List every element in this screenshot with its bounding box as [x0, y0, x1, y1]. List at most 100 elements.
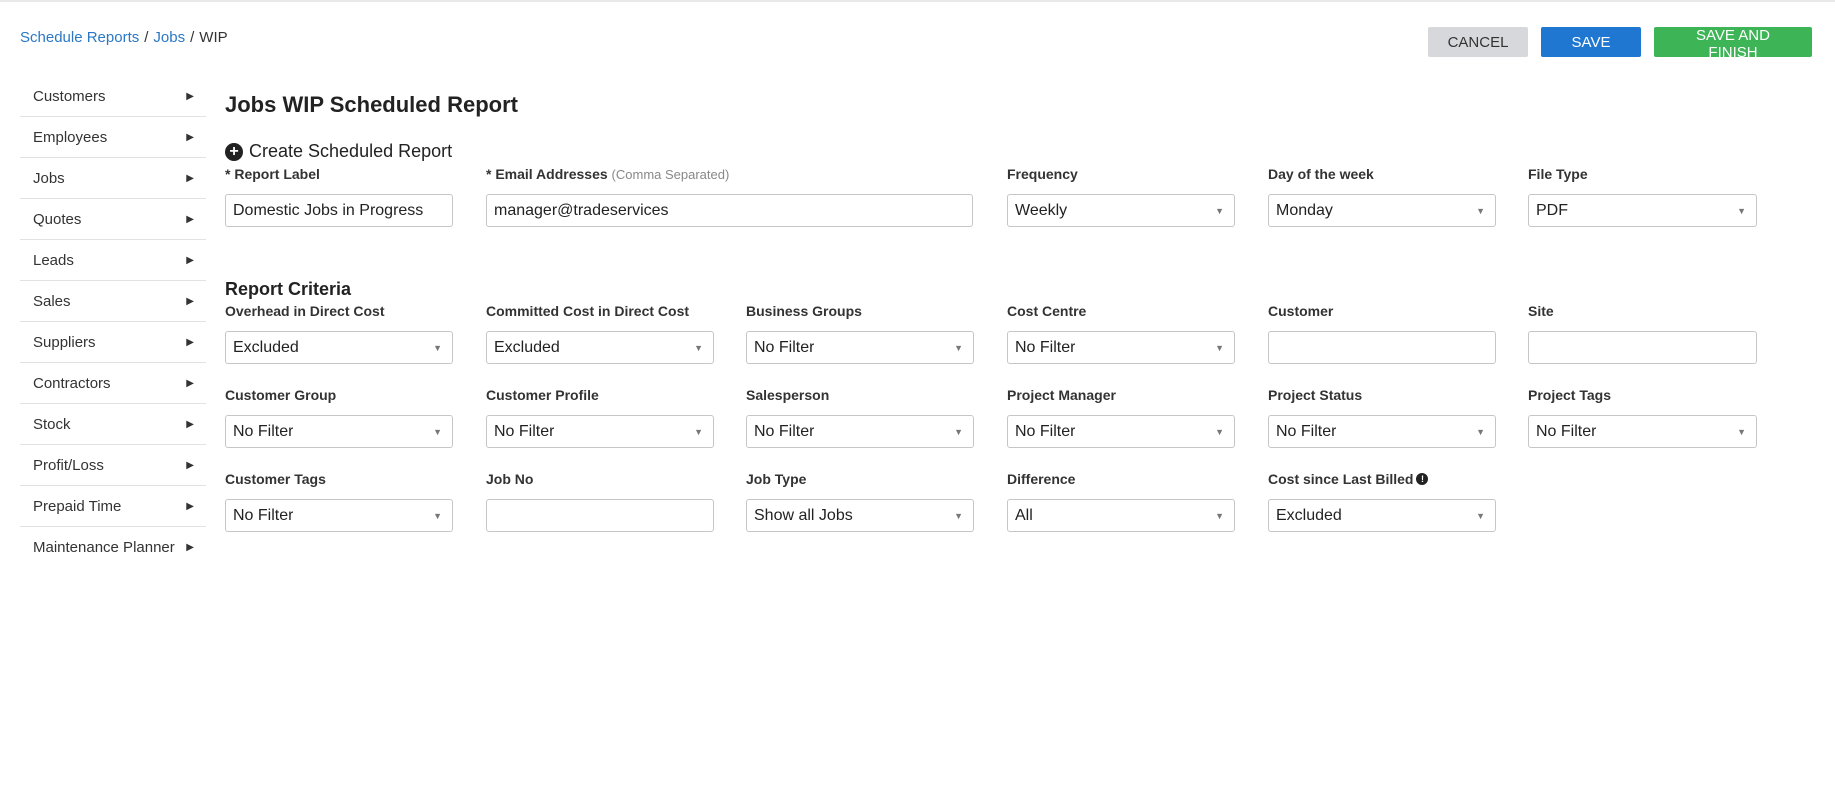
project-manager-select[interactable]: No Filter ▼ — [1007, 415, 1235, 448]
chevron-down-icon: ▼ — [1476, 510, 1485, 521]
business-groups-label: Business Groups — [746, 303, 862, 319]
sidebar-item-jobs[interactable]: Jobs ▶ — [20, 158, 206, 199]
save-button[interactable]: SAVE — [1541, 27, 1641, 57]
sidebar-item-profit-loss[interactable]: Profit/Loss ▶ — [20, 445, 206, 486]
job-type-select[interactable]: Show all Jobs ▼ — [746, 499, 974, 532]
cost-since-billed-value: Excluded — [1276, 506, 1342, 524]
sidebar-item-label: Customers — [33, 87, 106, 105]
site-input[interactable] — [1528, 331, 1757, 364]
business-groups-field: Business Groups No Filter ▼ — [746, 303, 974, 364]
cost-since-billed-select[interactable]: Excluded ▼ — [1268, 499, 1496, 532]
breadcrumb-current: WIP — [199, 29, 228, 46]
chevron-down-icon: ▼ — [1476, 426, 1485, 437]
sidebar-item-leads[interactable]: Leads ▶ — [20, 240, 206, 281]
cost-centre-select[interactable]: No Filter ▼ — [1007, 331, 1235, 364]
customer-tags-select[interactable]: No Filter ▼ — [225, 499, 453, 532]
breadcrumb-jobs[interactable]: Jobs — [153, 29, 185, 46]
report-label-value: Domestic Jobs in Progress — [233, 201, 424, 219]
overhead-label: Overhead in Direct Cost — [225, 303, 385, 319]
overhead-select[interactable]: Excluded ▼ — [225, 331, 453, 364]
report-criteria-heading: Report Criteria — [225, 279, 352, 299]
day-of-week-select[interactable]: Monday ▼ — [1268, 194, 1496, 227]
customer-profile-field: Customer Profile No Filter ▼ — [486, 387, 714, 448]
chevron-down-icon: ▼ — [1737, 205, 1746, 216]
customer-profile-label: Customer Profile — [486, 387, 599, 403]
chevron-down-icon: ▼ — [433, 510, 442, 521]
salesperson-value: No Filter — [754, 422, 815, 440]
customer-profile-select[interactable]: No Filter ▼ — [486, 415, 714, 448]
job-type-field: Job Type Show all Jobs ▼ — [746, 471, 974, 532]
sidebar-item-label: Maintenance Planner — [33, 539, 175, 556]
arrow-right-icon: ▶ — [186, 131, 194, 143]
breadcrumb-schedule-reports[interactable]: Schedule Reports — [20, 29, 139, 46]
customer-label: Customer — [1268, 303, 1334, 319]
breadcrumb: Schedule Reports / Jobs / WIP — [20, 29, 228, 46]
job-no-input[interactable] — [486, 499, 714, 532]
difference-select[interactable]: All ▼ — [1007, 499, 1235, 532]
project-status-field: Project Status No Filter ▼ — [1268, 387, 1496, 448]
sidebar-item-label: Leads — [33, 251, 74, 269]
sidebar-item-employees[interactable]: Employees ▶ — [20, 117, 206, 158]
report-label-input[interactable]: Domestic Jobs in Progress — [225, 194, 453, 227]
site-label: Site — [1528, 303, 1554, 319]
chevron-down-icon: ▼ — [1737, 426, 1746, 437]
customer-tags-field: Customer Tags No Filter ▼ — [225, 471, 453, 532]
report-label-label: * Report Label — [225, 166, 320, 182]
committed-cost-select[interactable]: Excluded ▼ — [486, 331, 714, 364]
cancel-button[interactable]: CANCEL — [1428, 27, 1528, 57]
sidebar-item-customers[interactable]: Customers ▶ — [20, 76, 206, 117]
arrow-right-icon: ▶ — [186, 172, 194, 184]
committed-cost-label: Committed Cost in Direct Cost — [486, 303, 690, 319]
sidebar-item-label: Employees — [33, 128, 108, 146]
project-status-select[interactable]: No Filter ▼ — [1268, 415, 1496, 448]
email-value: manager@tradeservices — [494, 201, 669, 219]
chevron-down-icon: ▼ — [954, 342, 963, 353]
info-icon[interactable]: ! — [1416, 473, 1429, 485]
customer-field: Customer — [1268, 303, 1496, 364]
arrow-right-icon: ▶ — [186, 295, 194, 307]
save-and-finish-button[interactable]: SAVE AND FINISH — [1654, 27, 1812, 61]
sidebar-item-label: Quotes — [33, 210, 82, 228]
job-no-field: Job No — [486, 471, 714, 532]
project-tags-field: Project Tags No Filter ▼ — [1528, 387, 1757, 448]
cost-since-billed-field: Cost since Last Billed! Excluded ▼ — [1268, 471, 1496, 532]
project-manager-label: Project Manager — [1007, 387, 1116, 403]
project-manager-value: No Filter — [1015, 422, 1076, 440]
arrow-right-icon: ▶ — [186, 500, 194, 512]
project-tags-label: Project Tags — [1528, 387, 1611, 403]
sidebar-item-label: Prepaid Time — [33, 497, 122, 515]
email-hint: (Comma Separated) — [611, 167, 730, 182]
customer-profile-value: No Filter — [494, 422, 555, 440]
file-type-select[interactable]: PDF ▼ — [1528, 194, 1757, 227]
day-of-week-label: Day of the week — [1268, 166, 1374, 182]
frequency-label: Frequency — [1007, 166, 1078, 182]
day-of-week-value: Monday — [1276, 201, 1333, 219]
project-status-label: Project Status — [1268, 387, 1363, 403]
sidebar-item-contractors[interactable]: Contractors ▶ — [20, 363, 206, 404]
business-groups-select[interactable]: No Filter ▼ — [746, 331, 974, 364]
job-no-label: Job No — [486, 471, 534, 487]
report-label-field: * Report Label Domestic Jobs in Progress — [225, 166, 453, 227]
overhead-value: Excluded — [233, 338, 299, 356]
sidebar-item-quotes[interactable]: Quotes ▶ — [20, 199, 206, 240]
chevron-down-icon: ▼ — [1215, 205, 1224, 216]
sidebar-item-suppliers[interactable]: Suppliers ▶ — [20, 322, 206, 363]
email-addresses-input[interactable]: manager@tradeservices — [486, 194, 973, 227]
salesperson-select[interactable]: No Filter ▼ — [746, 415, 974, 448]
arrow-right-icon: ▶ — [186, 336, 194, 348]
customer-group-select[interactable]: No Filter ▼ — [225, 415, 453, 448]
committed-cost-value: Excluded — [494, 338, 560, 356]
chevron-down-icon: ▼ — [1476, 205, 1485, 216]
difference-label: Difference — [1007, 471, 1076, 487]
sidebar-item-maintenance-planner[interactable]: Maintenance Planner ▶ — [20, 527, 206, 568]
day-of-week-field: Day of the week Monday ▼ — [1268, 166, 1496, 227]
sidebar-item-sales[interactable]: Sales ▶ — [20, 281, 206, 322]
frequency-select[interactable]: Weekly ▼ — [1007, 194, 1235, 227]
sidebar-item-prepaid-time[interactable]: Prepaid Time ▶ — [20, 486, 206, 527]
customer-input[interactable] — [1268, 331, 1496, 364]
sidebar-item-stock[interactable]: Stock ▶ — [20, 404, 206, 445]
project-tags-select[interactable]: No Filter ▼ — [1528, 415, 1757, 448]
salesperson-label: Salesperson — [746, 387, 830, 403]
breadcrumb-separator: / — [190, 29, 195, 46]
breadcrumb-separator: / — [144, 29, 149, 46]
